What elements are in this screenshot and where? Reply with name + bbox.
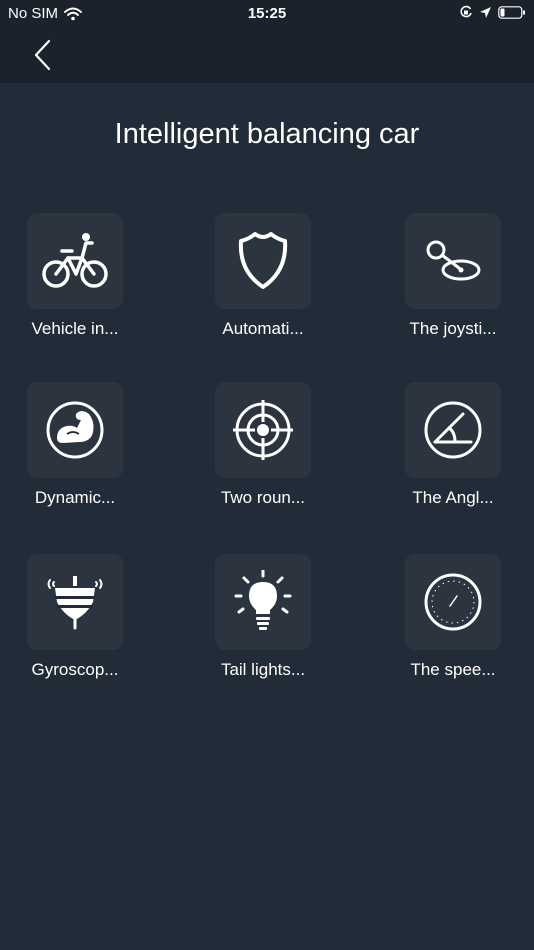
feature-tile [215,213,311,309]
feature-tile [27,213,123,309]
muscle-arm-icon [46,401,104,459]
feature-tile [405,213,501,309]
back-button[interactable] [26,36,60,74]
feature-item-joystick[interactable]: The joysti... [378,213,528,339]
bicycle-icon [42,233,108,288]
target-icon [233,400,293,460]
feature-label: Vehicle in... [31,319,119,338]
feature-tile [27,554,123,650]
feature-item-tail-lights[interactable]: Tail lights... [188,554,338,680]
joystick-icon [426,240,481,281]
feature-item-automatic[interactable]: Automati... [188,213,338,339]
gyroscope-icon [47,576,103,630]
feature-label: The spee... [410,660,496,679]
feature-label: Two roun... [220,488,306,507]
angle-icon [424,401,482,459]
feature-item-speed[interactable]: The spee... [378,554,528,680]
chevron-left-icon [34,39,51,71]
feature-item-angle[interactable]: The Angl... [378,382,528,508]
feature-tile [27,382,123,478]
feature-tile [215,382,311,478]
feature-label: Automati... [222,319,304,338]
feature-tile [405,382,501,478]
nav-bar [0,28,534,83]
orientation-lock-icon [460,5,472,18]
feature-tile [405,554,501,650]
feature-label: The joysti... [409,319,497,338]
feature-item-dynamic[interactable]: Dynamic... [0,382,150,508]
speedometer-icon [424,573,482,631]
feature-item-gyroscope[interactable]: Gyroscop... [0,554,150,680]
feature-item-vehicle-info[interactable]: Vehicle in... [0,213,150,339]
feature-label: The Angl... [412,488,494,507]
status-bar-right [453,5,526,19]
feature-item-two-rounds[interactable]: Two roun... [188,382,338,508]
feature-label: Tail lights... [220,660,306,679]
feature-label: Dynamic... [34,488,116,507]
page-title: Intelligent balancing car [114,118,420,150]
status-bar: No SIM 15:25 [0,0,534,28]
shield-icon [238,232,288,289]
feature-tile [215,554,311,650]
location-icon [480,6,491,18]
feature-label: Gyroscop... [31,660,119,679]
battery-icon [498,5,525,19]
lightbulb-icon [234,570,292,630]
